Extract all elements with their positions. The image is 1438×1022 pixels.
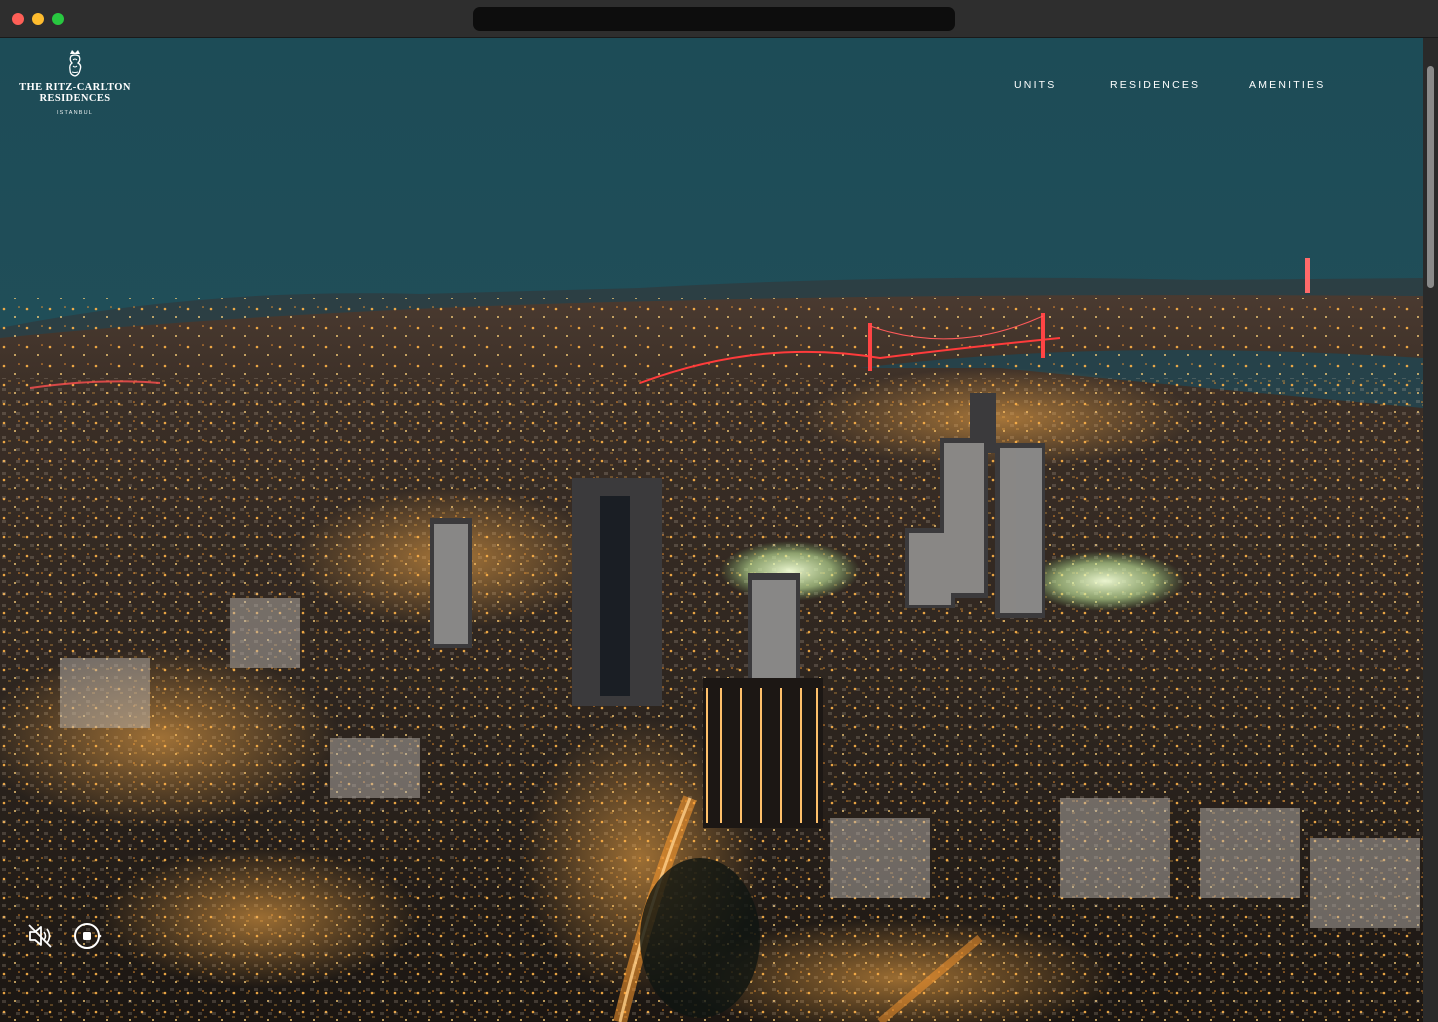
logo-location: ISTANBUL xyxy=(56,110,94,116)
logo-title-line2: RESIDENCES xyxy=(39,93,111,104)
browser-window: THE RITZ-CARLTON RESIDENCES ISTANBUL UNI… xyxy=(0,0,1438,1022)
zoom-window-button[interactable] xyxy=(52,13,64,25)
page-scrollbar[interactable] xyxy=(1423,38,1438,1022)
nav-item-amenities[interactable]: AMENITIES xyxy=(1249,79,1325,91)
nav-item-units[interactable]: UNITS xyxy=(1014,79,1057,91)
close-window-button[interactable] xyxy=(12,13,24,25)
speaker-muted-icon xyxy=(28,924,52,948)
address-bar[interactable] xyxy=(473,7,955,31)
stop-video-button[interactable] xyxy=(72,921,102,951)
hero-video: THE RITZ-CARLTON RESIDENCES ISTANBUL UNI… xyxy=(0,38,1423,1022)
main-nav: UNITS RESIDENCES AMENITIES xyxy=(0,79,1423,93)
title-bar xyxy=(0,0,1438,38)
stop-circle-icon xyxy=(74,923,102,949)
minimize-window-button[interactable] xyxy=(32,13,44,25)
scrollbar-thumb[interactable] xyxy=(1427,66,1434,288)
nav-item-residences[interactable]: RESIDENCES xyxy=(1110,79,1200,91)
mute-button[interactable] xyxy=(26,921,56,951)
lion-crown-icon xyxy=(69,50,82,77)
city-night-aerial-image xyxy=(0,38,1423,1022)
